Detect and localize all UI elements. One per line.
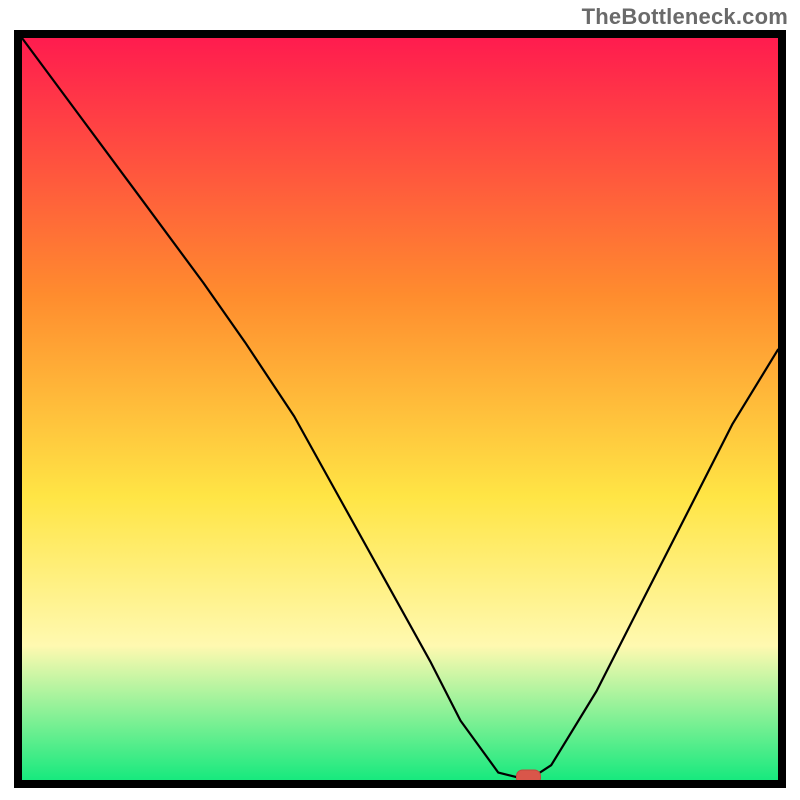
x-axis — [14, 780, 786, 788]
chart-frame — [14, 30, 786, 788]
top-frame — [14, 30, 786, 38]
chart-svg — [14, 30, 786, 788]
watermark-text: TheBottleneck.com — [582, 4, 788, 30]
chart-container: TheBottleneck.com — [0, 0, 800, 800]
right-frame — [778, 30, 786, 788]
y-axis — [14, 30, 22, 788]
plot-background — [22, 34, 778, 780]
